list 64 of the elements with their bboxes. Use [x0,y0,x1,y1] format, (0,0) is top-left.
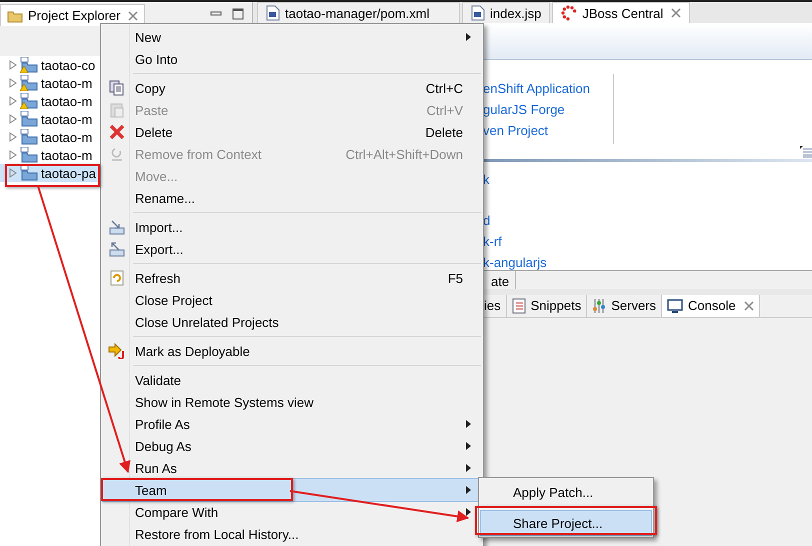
spinner-icon [561,5,578,21]
menu-item[interactable]: Go Into [103,48,481,70]
menu-item[interactable]: Debug As [103,435,481,457]
delete-icon [109,124,125,140]
file-icon [471,5,485,21]
project-name: taotao-m [41,76,92,90]
menu-item[interactable]: Rename... [103,187,481,209]
project-name: taotao-m [41,130,92,144]
menu-item[interactable]: Import... [103,216,481,238]
servers-icon [592,298,606,314]
project-name: taotao-m [41,112,92,126]
file-icon [266,5,280,21]
view-menu-icon[interactable] [800,146,812,158]
tree-item[interactable]: taotao-m [0,92,94,110]
link[interactable]: enShift Application [483,81,613,96]
tree-item[interactable]: taotao-m [0,146,94,164]
menu-item[interactable]: Delete Delete [103,121,481,143]
menu-item[interactable]: Mark as Deployable [103,340,481,362]
import-icon [109,219,125,235]
close-icon[interactable] [128,10,138,20]
menu-item[interactable]: Close Project [103,289,481,311]
link[interactable]: ven Project [483,123,613,138]
export-icon [109,241,125,257]
clipboard-icon [109,102,125,118]
tree-item[interactable]: taotao-m [0,128,94,146]
project-name: taotao-m [41,148,92,162]
maximize-icon[interactable] [232,8,244,20]
link[interactable]: k-angularjs [483,254,812,270]
monitor-icon [667,298,684,314]
menu-item[interactable]: Refresh F5 [103,267,481,289]
menu-item[interactable]: Show in Remote Systems view [103,391,481,413]
remove-icon [109,146,125,162]
link[interactable]: k [483,172,812,186]
editor-tab[interactable]: JBoss Central [552,2,690,23]
menu-item[interactable]: Team [103,479,481,501]
panel-tab[interactable]: Console [662,294,760,316]
view-tab[interactable]: Project Explorer [0,4,146,26]
project-name: taotao-pa [41,166,96,180]
menu-item[interactable]: New [103,26,481,48]
tree-item[interactable]: taotao-m [0,74,94,92]
view-title: Project Explorer [28,8,120,23]
close-icon[interactable] [671,8,682,18]
menu-item[interactable]: Validate [103,369,481,391]
menu-item[interactable]: Profile As [103,413,481,435]
tree-item[interactable]: taotao-co [0,56,98,74]
menu-item[interactable]: Copy Ctrl+C [103,77,481,99]
project-name: taotao-co [41,58,96,72]
menu-item[interactable]: Share Project... [481,511,651,535]
snippets-icon [512,298,526,314]
link[interactable]: k-rf [483,234,812,248]
refresh-icon [109,270,125,286]
deploy-icon [108,343,126,359]
menu-item[interactable]: Apply Patch... [481,480,651,504]
menu-item[interactable]: Close Unrelated Projects [103,311,481,333]
close-icon[interactable] [744,300,754,310]
editor-tab[interactable]: taotao-manager/pom.xml [257,2,460,23]
menu-item[interactable]: Export... [103,238,481,260]
tree-item[interactable]: taotao-m [0,110,94,128]
editor-tab[interactable]: index.jsp [462,2,550,23]
copy-icon [109,80,125,96]
link[interactable]: gularJS Forge [483,102,613,117]
panel-tab[interactable]: Snippets [506,294,588,316]
project-name: taotao-m [41,94,92,108]
menu-item[interactable]: Run As [103,457,481,479]
